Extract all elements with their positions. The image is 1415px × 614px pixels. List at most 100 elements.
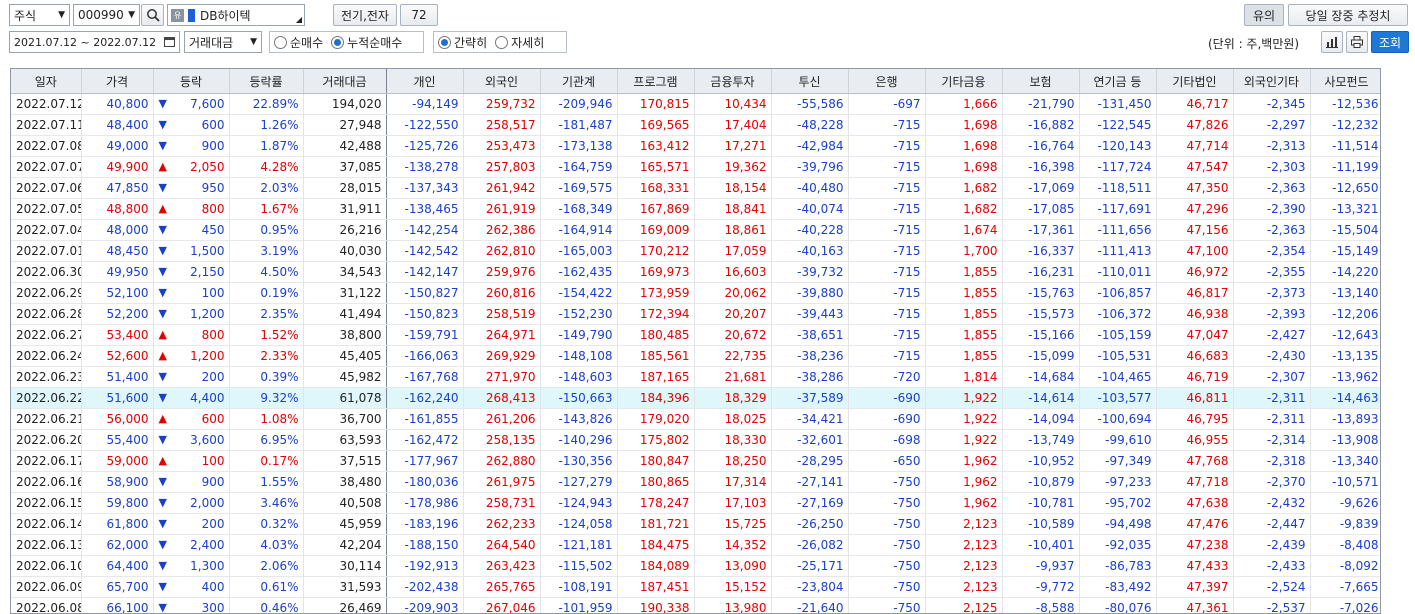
investor-table: 일자 가격 등락 등락률 거래대금 개인 외국인 기관계 프로그램 금융투자 투신 은행 기타금융 보험 연… [11, 69, 1380, 613]
table-row[interactable]: 2022.06.16 58,900 ▼ 900 1.55% 38,480 -180,036 2… [11, 471, 1380, 493]
investor-value-cell: -15,504 [1310, 219, 1380, 241]
change-amount: 4,400 [190, 391, 225, 405]
change-rate-cell: 1.26% [229, 114, 304, 136]
radio-cumulative-net-buy[interactable]: 누적순매수 [331, 34, 402, 51]
table-row[interactable]: 2022.07.11 48,400 ▼ 600 1.26% 27,948 -122,550 2… [11, 114, 1380, 136]
change-cell: ▼ 1,200 [153, 303, 230, 325]
investor-value-cell: -715 [848, 303, 926, 325]
column-header[interactable]: 개인 [386, 69, 464, 94]
date-cell: 2022.06.16 [11, 471, 82, 493]
radio-simple[interactable]: 간략히 [438, 34, 487, 51]
column-header[interactable]: 기타법인 [1156, 69, 1234, 94]
column-header[interactable]: 기타금융 [925, 69, 1003, 94]
table-row[interactable]: 2022.06.30 49,950 ▼ 2,150 4.50% 34,543 -142,14… [11, 261, 1380, 283]
change-amount: 450 [201, 223, 225, 237]
stock-code-input[interactable]: 000990 ▼ [73, 4, 140, 26]
chart-button[interactable] [1321, 31, 1343, 53]
table-row[interactable]: 2022.06.24 52,600 ▲ 1,200 2.33% 45,405 -166,06… [11, 345, 1380, 367]
column-header[interactable]: 은행 [848, 69, 926, 94]
investor-value-cell: 173,959 [617, 282, 695, 304]
intraday-estimate-button[interactable]: 당일 장중 추정치 [1288, 4, 1408, 26]
market-select[interactable]: 주식 ▼ [9, 4, 70, 26]
table-row[interactable]: 2022.06.08 66,100 ▼ 300 0.46% 26,469 -209,903 2… [11, 597, 1380, 613]
triangle-down-icon: ▼ [158, 118, 167, 131]
investor-value-cell: 46,811 [1156, 387, 1234, 409]
triangle-down-icon: ▼ [158, 223, 167, 236]
date-cell: 2022.06.22 [11, 387, 82, 409]
column-header[interactable]: 투신 [771, 69, 849, 94]
investor-value-cell: 46,795 [1156, 408, 1234, 430]
table-row[interactable]: 2022.06.29 52,100 ▼ 100 0.19% 31,122 -150,827 2… [11, 282, 1380, 304]
date-range-picker[interactable]: 2021.07.12 ~ 2022.07.12 [9, 31, 180, 53]
column-header[interactable]: 거래대금 [303, 69, 387, 94]
investor-value-cell: -154,422 [540, 282, 618, 304]
column-header[interactable]: 사모펀드 [1310, 69, 1380, 94]
stock-name-box[interactable]: 유 DB하이텍 ◢ [167, 4, 305, 26]
table-row[interactable]: 2022.07.06 47,850 ▼ 950 2.03% 28,015 -137,343 2… [11, 177, 1380, 199]
price-cell: 52,200 [81, 303, 154, 325]
investor-value-cell: 47,718 [1156, 471, 1234, 493]
table-row[interactable]: 2022.06.14 61,800 ▼ 200 0.32% 45,959 -183,196 2… [11, 513, 1380, 535]
table-row[interactable]: 2022.07.01 48,450 ▼ 1,500 3.19% 40,030 -142,54… [11, 240, 1380, 262]
sector-code-button[interactable]: 72 [400, 4, 438, 26]
sector-button[interactable]: 전기,전자 [333, 4, 397, 26]
investor-value-cell: -103,577 [1079, 387, 1157, 409]
change-rate-cell: 0.17% [229, 450, 304, 472]
radio-detail[interactable]: 자세히 [495, 34, 544, 51]
change-rate-cell: 9.32% [229, 387, 304, 409]
column-header[interactable]: 보험 [1002, 69, 1080, 94]
column-header[interactable]: 가격 [81, 69, 154, 94]
table-row[interactable]: 2022.06.27 53,400 ▲ 800 1.52% 38,800 -159,791 2… [11, 324, 1380, 346]
value-type-select[interactable]: 거래대금 ▼ [184, 31, 262, 53]
column-header[interactable]: 등락률 [229, 69, 304, 94]
calendar-icon [164, 37, 175, 47]
table-row[interactable]: 2022.06.21 56,000 ▲ 600 1.08% 36,700 -161,855 2… [11, 408, 1380, 430]
investor-value-cell: 46,719 [1156, 366, 1234, 388]
investor-value-cell: -25,171 [771, 555, 849, 577]
investor-value-cell: 261,975 [463, 471, 541, 493]
column-header[interactable]: 프로그램 [617, 69, 695, 94]
table-row[interactable]: 2022.06.17 59,000 ▲ 100 0.17% 37,515 -177,967 2… [11, 450, 1380, 472]
table-row[interactable]: 2022.07.12 40,800 ▼ 7,600 22.89% 194,020 -94,1… [11, 93, 1380, 115]
table-row[interactable]: 2022.07.05 48,800 ▲ 800 1.67% 31,911 -138,465 2… [11, 198, 1380, 220]
trade-value-cell: 42,488 [303, 135, 387, 157]
investor-value-cell: -110,011 [1079, 261, 1157, 283]
investor-value-cell: 47,714 [1156, 135, 1234, 157]
column-header[interactable]: 금융투자 [694, 69, 772, 94]
investor-value-cell: 47,433 [1156, 555, 1234, 577]
column-header[interactable]: 기관계 [540, 69, 618, 94]
investor-value-cell: -12,206 [1310, 303, 1380, 325]
investor-value-cell: -122,550 [386, 114, 464, 136]
column-header[interactable]: 일자 [11, 69, 82, 94]
investor-value-cell: 165,571 [617, 156, 695, 178]
search-button[interactable] [141, 4, 164, 26]
investor-value-cell: -38,651 [771, 324, 849, 346]
column-header[interactable]: 외국인기타 [1233, 69, 1311, 94]
radio-net-buy[interactable]: 순매수 [274, 34, 323, 51]
table-row[interactable]: 2022.07.04 48,000 ▼ 450 0.95% 26,216 -142,254 2… [11, 219, 1380, 241]
notice-button[interactable]: 유의 [1244, 4, 1284, 26]
investor-value-cell: -10,781 [1002, 492, 1080, 514]
table-row[interactable]: 2022.06.10 64,400 ▼ 1,300 2.06% 30,114 -192,91… [11, 555, 1380, 577]
table-row[interactable]: 2022.06.22 51,600 ▼ 4,400 9.32% 61,078 -162,24… [11, 387, 1380, 409]
table-row[interactable]: 2022.07.08 49,000 ▼ 900 1.87% 42,488 -125,726 2… [11, 135, 1380, 157]
table-row[interactable]: 2022.06.09 65,700 ▼ 400 0.61% 31,593 -202,438 2… [11, 576, 1380, 598]
date-cell: 2022.06.23 [11, 366, 82, 388]
investor-value-cell: -2,433 [1233, 555, 1311, 577]
date-cell: 2022.06.21 [11, 408, 82, 430]
column-header[interactable]: 등락 [153, 69, 230, 94]
table-row[interactable]: 2022.07.07 49,900 ▲ 2,050 4.28% 37,085 -138,27… [11, 156, 1380, 178]
print-button[interactable] [1346, 31, 1368, 53]
change-cell: ▼ 300 [153, 597, 230, 613]
table-row[interactable]: 2022.06.23 51,400 ▼ 200 0.39% 45,982 -167,768 2… [11, 366, 1380, 388]
trade-value-cell: 28,015 [303, 177, 387, 199]
table-row[interactable]: 2022.06.13 62,000 ▼ 2,400 4.03% 42,204 -188,15… [11, 534, 1380, 556]
table-row[interactable]: 2022.06.28 52,200 ▼ 1,200 2.35% 41,494 -150,82… [11, 303, 1380, 325]
query-button[interactable]: 조회 [1371, 31, 1409, 53]
column-header[interactable]: 연기금 등 [1079, 69, 1157, 94]
column-header[interactable]: 외국인 [463, 69, 541, 94]
table-row[interactable]: 2022.06.15 59,800 ▼ 2,000 3.46% 40,508 -178,98… [11, 492, 1380, 514]
investor-trend-grid[interactable]: 일자 가격 등락 등락률 거래대금 개인 외국인 기관계 프로그램 금융투자 투신 은행 기타금융 보험 연… [10, 68, 1381, 614]
trade-value-cell: 27,948 [303, 114, 387, 136]
table-row[interactable]: 2022.06.20 55,400 ▼ 3,600 6.95% 63,593 -162,47… [11, 429, 1380, 451]
